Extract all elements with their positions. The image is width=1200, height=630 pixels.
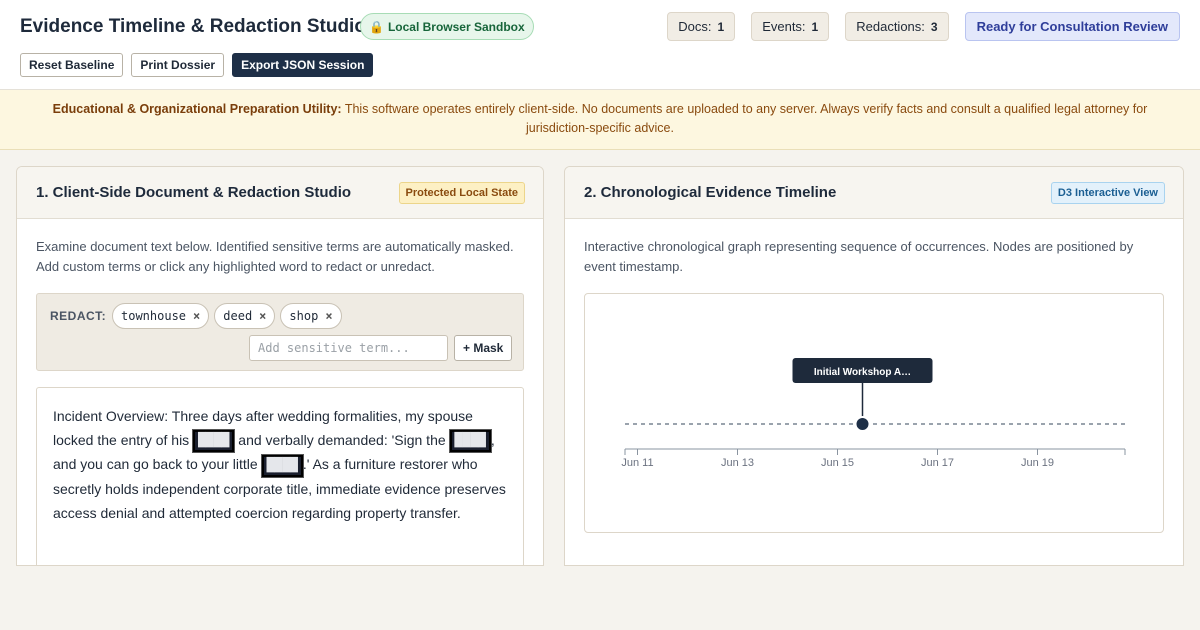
redact-term-chip: shop × — [280, 303, 342, 329]
disclaimer-text: This software operates entirely client-s… — [344, 102, 1148, 135]
stat-redactions-label: Redactions: — [856, 19, 925, 34]
redaction-panel: 1. Client-Side Document & Redaction Stud… — [16, 166, 544, 566]
x-axis-tick-label: Jun 13 — [721, 457, 754, 469]
disclaimer-lead: Educational & Organizational Preparation… — [52, 102, 342, 116]
timeline-chart: Jun 11 Jun 13 Jun 15 Jun 17 Jun 19 Initial Wo… — [584, 293, 1164, 533]
sensitive-term-input[interactable] — [249, 335, 448, 361]
redaction-panel-header: 1. Client-Side Document & Redaction Stud… — [17, 167, 543, 219]
x-axis-tick-label: Jun 19 — [1021, 457, 1054, 469]
remove-term-icon[interactable]: × — [325, 309, 332, 323]
timeline-panel: 2. Chronological Evidence Timeline D3 In… — [564, 166, 1184, 566]
export-json-button[interactable]: Export JSON Session — [232, 53, 374, 77]
reset-baseline-button[interactable]: Reset Baseline — [20, 53, 124, 77]
event-label: Initial Workshop A… — [814, 367, 911, 378]
stat-docs-label: Docs: — [678, 19, 712, 34]
d3-view-badge: D3 Interactive View — [1050, 181, 1165, 204]
disclaimer-banner: Educational & Organizational Preparation… — [0, 90, 1200, 150]
event-node — [854, 416, 871, 432]
remove-term-icon[interactable]: × — [259, 309, 266, 323]
stats-bar: Docs: 1 Events: 1 Redactions: 3 Ready fo… — [667, 12, 1180, 41]
stat-docs: Docs: 1 — [667, 12, 736, 41]
redact-term-chip: townhouse × — [112, 303, 210, 329]
timeline-panel-title: 2. Chronological Evidence Timeline — [584, 184, 837, 201]
redact-term-label: deed — [223, 309, 253, 323]
redact-term-label: shop — [289, 309, 319, 323]
redact-label: REDACT: — [50, 309, 107, 323]
protected-state-badge: Protected Local State — [398, 181, 525, 204]
stat-redactions-value: 3 — [930, 19, 938, 34]
redact-term-chip: deed × — [214, 303, 276, 329]
mask-button[interactable]: + Mask — [454, 335, 513, 361]
stat-events-value: 1 — [811, 19, 819, 34]
redacted-term[interactable]: ████ — [448, 429, 492, 454]
action-buttons: Reset Baseline Print Dossier Export JSON… — [20, 53, 374, 77]
print-dossier-button[interactable]: Print Dossier — [131, 53, 225, 77]
timeline-panel-header: 2. Chronological Evidence Timeline D3 In… — [565, 167, 1183, 219]
redacted-term[interactable]: ████ — [192, 429, 236, 454]
remove-term-icon[interactable]: × — [193, 309, 200, 323]
redaction-panel-description: Examine document text below. Identified … — [36, 239, 514, 274]
redacted-term[interactable]: ████ — [260, 453, 304, 478]
x-axis-tick-label: Jun 17 — [921, 457, 954, 469]
sandbox-badge: 🔒 Local Browser Sandbox — [360, 13, 534, 40]
status-badge: Ready for Consultation Review — [964, 12, 1180, 41]
stat-events: Events: 1 — [751, 12, 830, 41]
redact-term-list: townhouse × deed × shop × — [112, 303, 342, 329]
stat-docs-value: 1 — [717, 19, 725, 34]
document-viewer: Incident Overview: Three days after wedd… — [36, 387, 524, 565]
redact-term-label: townhouse — [121, 309, 187, 323]
redact-terms-box: REDACT: townhouse × deed × shop × + Mask — [36, 293, 524, 371]
app-title: Evidence Timeline & Redaction Studio — [20, 16, 366, 37]
top-bar: Evidence Timeline & Redaction Studio 🔒 L… — [0, 0, 1200, 90]
stat-redactions: Redactions: 3 — [845, 12, 949, 41]
x-axis-tick-label: Jun 15 — [821, 457, 854, 469]
timeline-svg: Jun 11 Jun 13 Jun 15 Jun 17 Jun 19 Initial Wo… — [621, 358, 1126, 469]
sandbox-label: Local Browser Sandbox — [387, 19, 525, 34]
timeline-panel-description: Interactive chronological graph represen… — [584, 239, 1134, 274]
lock-icon: 🔒 — [369, 19, 384, 34]
x-axis-tick-label: Jun 11 — [621, 457, 653, 469]
stat-events-label: Events: — [762, 19, 806, 34]
redaction-panel-title: 1. Client-Side Document & Redaction Stud… — [36, 184, 352, 201]
document-text: and verbally demanded: 'Sign the — [234, 432, 450, 448]
